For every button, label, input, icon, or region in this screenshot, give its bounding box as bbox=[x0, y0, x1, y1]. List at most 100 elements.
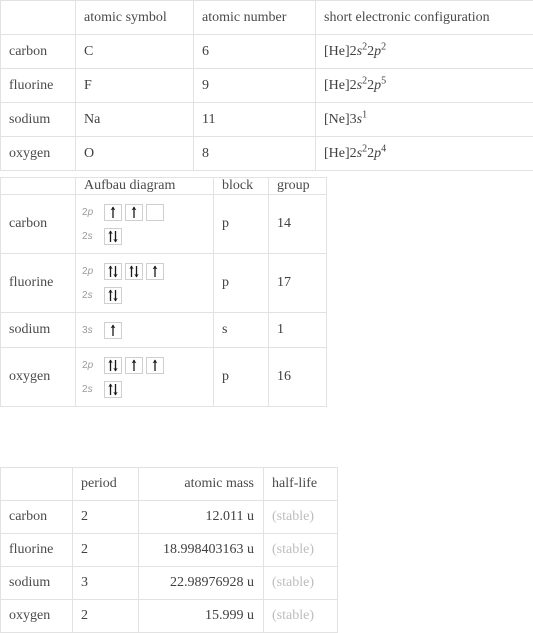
table-row: atomic symbol atomic number short electr… bbox=[1, 1, 533, 35]
shell-line: 2s bbox=[82, 377, 207, 401]
aufbau-diagram-table: Aufbau diagram block group carbon2p2sp14… bbox=[0, 177, 327, 407]
table-row: fluorineF9[He]2s22p5 bbox=[1, 69, 533, 103]
cell-half-life: (stable) bbox=[264, 600, 338, 633]
table-row: fluorine218.998403163 u(stable) bbox=[1, 534, 338, 567]
table-row: oxygenO8[He]2s22p4 bbox=[1, 137, 533, 171]
shell-line: 3s bbox=[82, 318, 207, 342]
orbital-box-up bbox=[146, 263, 164, 280]
table-row: sodiumNa11[Ne]3s1 bbox=[1, 103, 533, 137]
shell-line: 2s bbox=[82, 283, 207, 307]
cell-atomic-number: 8 bbox=[194, 137, 316, 171]
orbital-box-group bbox=[104, 263, 164, 280]
column-header-short-electronic-configuration: short electronic configuration bbox=[316, 1, 533, 35]
orbital-box-pair bbox=[104, 381, 122, 398]
cell-period: 2 bbox=[73, 501, 139, 534]
column-header-atomic-number: atomic number bbox=[194, 1, 316, 35]
cell-period: 2 bbox=[73, 534, 139, 567]
orbital-box-group bbox=[104, 204, 164, 221]
orbital-box-up bbox=[125, 357, 143, 374]
cell-atomic-mass: 22.98976928 u bbox=[139, 567, 264, 600]
row-header-fluorine: fluorine bbox=[1, 254, 76, 313]
cell-block: s bbox=[214, 313, 269, 348]
cell-block: p bbox=[214, 348, 269, 407]
cell-block: p bbox=[214, 195, 269, 254]
table-corner-cell bbox=[1, 1, 76, 35]
table-corner-cell bbox=[1, 468, 73, 501]
table-row: oxygen215.999 u(stable) bbox=[1, 600, 338, 633]
table-row: fluorine2p2sp17 bbox=[1, 254, 327, 313]
cell-atomic-number: 6 bbox=[194, 35, 316, 69]
shell-label: 2s bbox=[82, 231, 100, 242]
cell-atomic-mass: 18.998403163 u bbox=[139, 534, 264, 567]
cell-group: 14 bbox=[269, 195, 327, 254]
orbital-box-up bbox=[104, 322, 122, 339]
cell-atomic-mass: 15.999 u bbox=[139, 600, 264, 633]
orbital-box-pair bbox=[125, 263, 143, 280]
table-row: Aufbau diagram block group bbox=[1, 178, 327, 195]
cell-period: 3 bbox=[73, 567, 139, 600]
element-properties-table: atomic symbol atomic number short electr… bbox=[0, 0, 533, 171]
column-header-half-life: half-life bbox=[264, 468, 338, 501]
shell-line: 2p bbox=[82, 200, 207, 224]
column-header-block: block bbox=[214, 178, 269, 195]
table-corner-cell bbox=[1, 178, 76, 195]
shell-label: 2p bbox=[82, 266, 100, 277]
shell-line: 2p bbox=[82, 259, 207, 283]
orbital-box-group bbox=[104, 357, 164, 374]
cell-atomic-number: 11 bbox=[194, 103, 316, 137]
cell-short-electronic-configuration: [He]2s22p2 bbox=[316, 35, 533, 69]
cell-group: 1 bbox=[269, 313, 327, 348]
column-header-group: group bbox=[269, 178, 327, 195]
shell-label: 2s bbox=[82, 384, 100, 395]
cell-half-life: (stable) bbox=[264, 534, 338, 567]
orbital-box-pair bbox=[104, 263, 122, 280]
row-header-sodium: sodium bbox=[1, 313, 76, 348]
table-row: carbon212.011 u(stable) bbox=[1, 501, 338, 534]
cell-atomic-symbol: F bbox=[76, 69, 194, 103]
cell-half-life: (stable) bbox=[264, 567, 338, 600]
column-header-atomic-symbol: atomic symbol bbox=[76, 1, 194, 35]
cell-group: 17 bbox=[269, 254, 327, 313]
cell-aufbau-diagram: 2p 2s bbox=[76, 348, 214, 407]
cell-atomic-symbol: O bbox=[76, 137, 194, 171]
orbital-box-group bbox=[104, 228, 122, 245]
shell-line: 2s bbox=[82, 224, 207, 248]
orbital-box-group bbox=[104, 287, 122, 304]
cell-half-life: (stable) bbox=[264, 501, 338, 534]
orbital-box-group bbox=[104, 322, 122, 339]
cell-atomic-symbol: Na bbox=[76, 103, 194, 137]
orbital-box-pair bbox=[104, 228, 122, 245]
row-header-sodium: sodium bbox=[1, 567, 73, 600]
cell-aufbau-diagram: 2p 2s bbox=[76, 195, 214, 254]
orbital-box-pair bbox=[104, 287, 122, 304]
row-header-sodium: sodium bbox=[1, 103, 76, 137]
row-header-oxygen: oxygen bbox=[1, 137, 76, 171]
row-header-oxygen: oxygen bbox=[1, 348, 76, 407]
orbital-box-pair bbox=[104, 357, 122, 374]
element-comparison-sheet: atomic symbol atomic number short electr… bbox=[0, 0, 533, 632]
row-header-fluorine: fluorine bbox=[1, 69, 76, 103]
cell-group: 16 bbox=[269, 348, 327, 407]
row-header-carbon: carbon bbox=[1, 501, 73, 534]
row-header-carbon: carbon bbox=[1, 195, 76, 254]
row-header-carbon: carbon bbox=[1, 35, 76, 69]
cell-period: 2 bbox=[73, 600, 139, 633]
cell-atomic-symbol: C bbox=[76, 35, 194, 69]
orbital-box-up bbox=[146, 357, 164, 374]
row-header-oxygen: oxygen bbox=[1, 600, 73, 633]
orbital-box-up bbox=[125, 204, 143, 221]
shell-label: 2s bbox=[82, 290, 100, 301]
shell-label: 2p bbox=[82, 207, 100, 218]
row-header-fluorine: fluorine bbox=[1, 534, 73, 567]
cell-short-electronic-configuration: [He]2s22p4 bbox=[316, 137, 533, 171]
column-header-period: period bbox=[73, 468, 139, 501]
orbital-box-group bbox=[104, 381, 122, 398]
shell-line: 2p bbox=[82, 353, 207, 377]
cell-short-electronic-configuration: [He]2s22p5 bbox=[316, 69, 533, 103]
atomic-mass-table: period atomic mass half-life carbon212.0… bbox=[0, 467, 338, 633]
cell-atomic-mass: 12.011 u bbox=[139, 501, 264, 534]
cell-aufbau-diagram: 2p 2s bbox=[76, 254, 214, 313]
orbital-box-up bbox=[104, 204, 122, 221]
table-row: sodium3s s1 bbox=[1, 313, 327, 348]
table-row: carbon 2p 2s p14 bbox=[1, 195, 327, 254]
